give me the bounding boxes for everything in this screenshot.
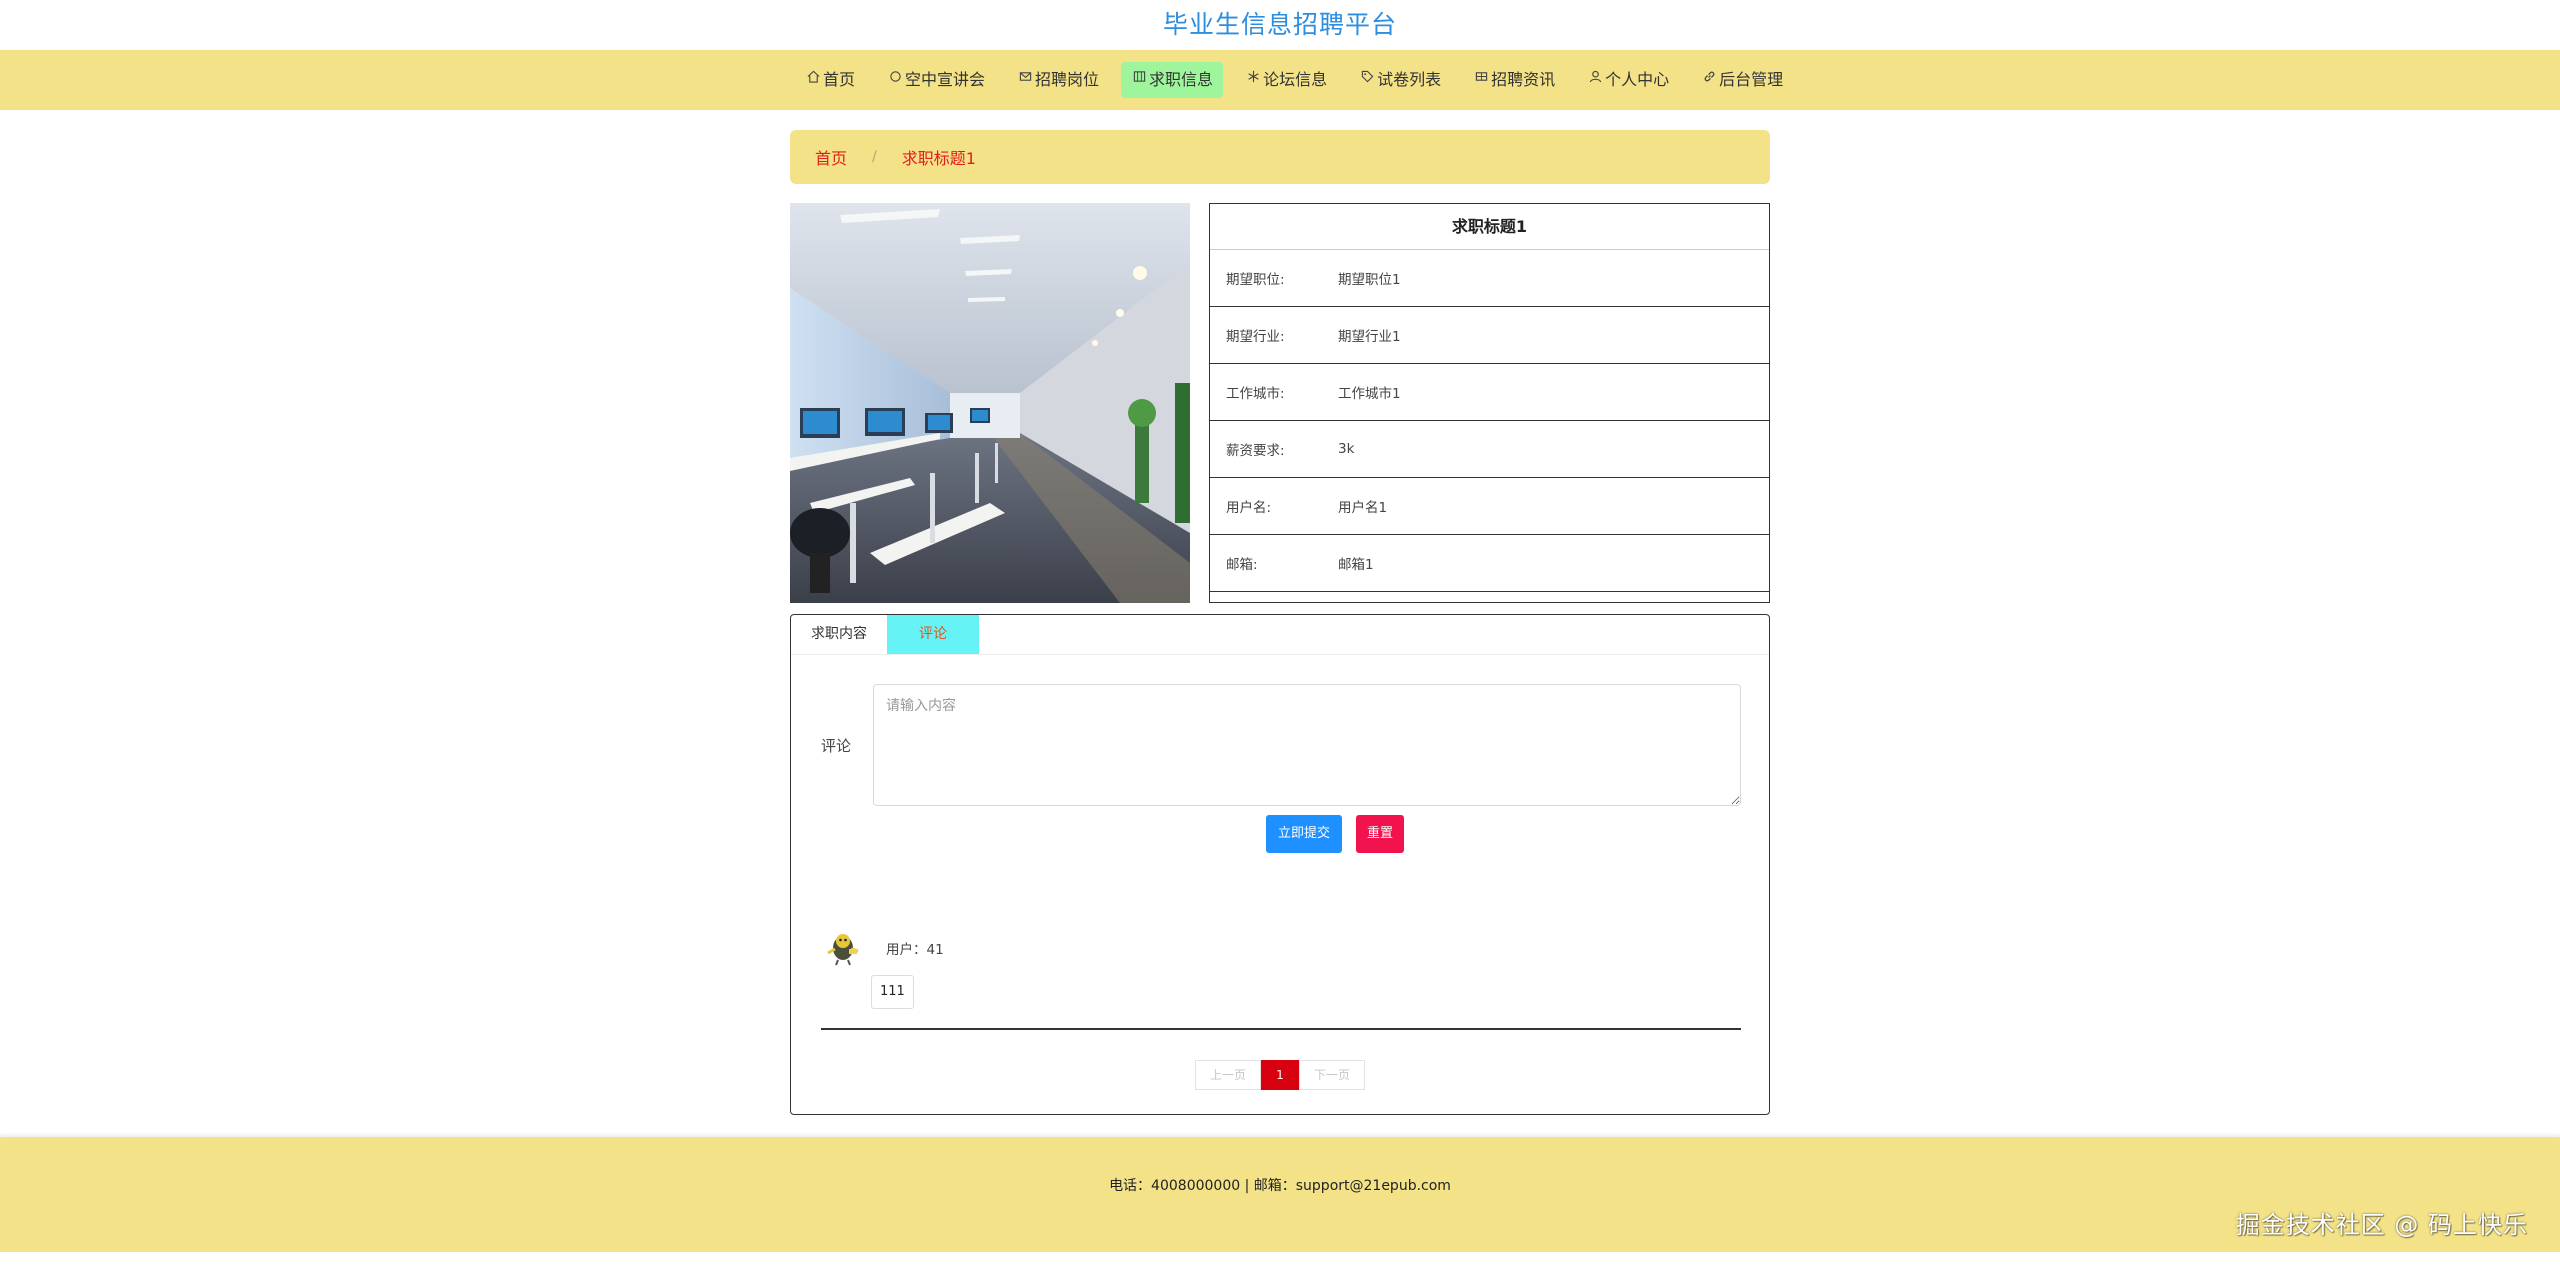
nav-item-jobs[interactable]: 招聘岗位 (1007, 62, 1109, 98)
job-seeking-photo (790, 203, 1190, 603)
nav-item-home[interactable]: 首页 (795, 62, 865, 98)
watermark-text: 掘金技术社区 @ 码上快乐 (2235, 1211, 2528, 1239)
detail-row-work-city: 工作城市: 工作城市1 (1210, 364, 1769, 421)
footer-contact: 电话：4008000000 | 邮箱：support@21epub.com (1109, 1178, 1451, 1194)
tag-icon (1359, 62, 1375, 98)
nav-label: 首页 (823, 70, 856, 89)
comment-content: 111 (871, 975, 914, 1009)
mail-icon (1017, 62, 1033, 98)
nav-item-job-seeking[interactable]: 求职信息 (1121, 62, 1224, 98)
tabs-panel: 求职内容 评论 评论 立即提交 重置 用户：41 111 上一页 1 下一页 (790, 614, 1770, 1115)
nav-menu: 首页 空中宣讲会 招聘岗位 求职信息 论坛信息 试卷列表 招聘资讯 个人中心 后… (795, 60, 1805, 100)
navbar: 首页 空中宣讲会 招聘岗位 求职信息 论坛信息 试卷列表 招聘资讯 个人中心 后… (0, 50, 2560, 110)
nav-item-air-talk[interactable]: 空中宣讲会 (877, 62, 995, 98)
tab-bar: 求职内容 评论 (791, 615, 1769, 655)
detail-row-expected-position: 期望职位: 期望职位1 (1210, 250, 1769, 307)
detail-value: 工作城市1 (1338, 386, 1401, 402)
job-seeking-detail-table: 求职标题1 期望职位: 期望职位1 期望行业: 期望行业1 工作城市: 工作城市… (1209, 203, 1770, 603)
grid-icon (1473, 62, 1489, 98)
home-icon (805, 62, 821, 98)
footer: 电话：4008000000 | 邮箱：support@21epub.com (0, 1137, 2560, 1252)
nav-item-forum[interactable]: 论坛信息 (1235, 62, 1337, 98)
detail-label: 薪资要求: (1226, 443, 1285, 459)
detail-label: 期望行业: (1226, 329, 1285, 345)
user-avatar-icon (827, 934, 859, 966)
detail-row-username: 用户名: 用户名1 (1210, 478, 1769, 535)
detail-label: 期望职位: (1226, 272, 1285, 288)
detail-row-expected-industry: 期望行业: 期望行业1 (1210, 307, 1769, 364)
avatar (823, 927, 863, 967)
detail-value: 期望行业1 (1338, 329, 1401, 345)
detail-value: 期望职位1 (1338, 272, 1401, 288)
tab-job-content[interactable]: 求职内容 (791, 615, 887, 654)
snowflake-icon (1245, 62, 1261, 98)
page-number-current[interactable]: 1 (1261, 1060, 1299, 1090)
comment-divider (821, 1028, 1741, 1030)
nav-label: 求职信息 (1149, 70, 1214, 89)
nav-label: 后台管理 (1719, 70, 1784, 89)
detail-label: 邮箱: (1226, 557, 1258, 573)
breadcrumb: 首页 / 求职标题1 (790, 130, 1770, 184)
user-icon (1587, 62, 1603, 98)
detail-row-salary: 薪资要求: 3k (1210, 421, 1769, 478)
circle-icon (887, 62, 903, 98)
nav-label: 招聘岗位 (1035, 70, 1100, 89)
submit-button[interactable]: 立即提交 (1266, 815, 1342, 853)
detail-value: 邮箱1 (1338, 557, 1374, 573)
pagination: 上一页 1 下一页 (1195, 1060, 1365, 1090)
comment-username: 用户：41 (886, 942, 944, 958)
detail-value: 3k (1338, 441, 1355, 457)
breadcrumb-current: 求职标题1 (901, 149, 976, 168)
nav-item-news[interactable]: 招聘资讯 (1463, 62, 1565, 98)
office-image (790, 203, 1190, 603)
nav-item-admin[interactable]: 后台管理 (1691, 62, 1793, 98)
list-icon (1131, 62, 1147, 98)
breadcrumb-home-link[interactable]: 首页 (815, 145, 847, 169)
prev-page-button[interactable]: 上一页 (1195, 1060, 1261, 1090)
nav-item-profile[interactable]: 个人中心 (1577, 62, 1679, 98)
nav-label: 试卷列表 (1377, 70, 1442, 89)
nav-label: 招聘资讯 (1491, 70, 1556, 89)
comment-input[interactable] (873, 684, 1741, 806)
detail-label: 用户名: (1226, 500, 1272, 516)
site-title: 毕业生信息招聘平台 (1162, 10, 1397, 39)
detail-label: 工作城市: (1226, 386, 1285, 402)
reset-button[interactable]: 重置 (1356, 815, 1404, 853)
nav-label: 论坛信息 (1263, 70, 1328, 89)
nav-label: 空中宣讲会 (905, 70, 986, 89)
tab-comments[interactable]: 评论 (887, 615, 979, 654)
breadcrumb-separator: / (872, 149, 877, 165)
detail-row-email: 邮箱: 邮箱1 (1210, 535, 1769, 592)
nav-label: 个人中心 (1605, 70, 1670, 89)
nav-item-exams[interactable]: 试卷列表 (1349, 62, 1451, 98)
next-page-button[interactable]: 下一页 (1299, 1060, 1365, 1090)
detail-title: 求职标题1 (1210, 204, 1769, 250)
link-icon (1701, 62, 1717, 98)
comment-field-label: 评论 (821, 737, 852, 755)
detail-value: 用户名1 (1338, 500, 1388, 516)
